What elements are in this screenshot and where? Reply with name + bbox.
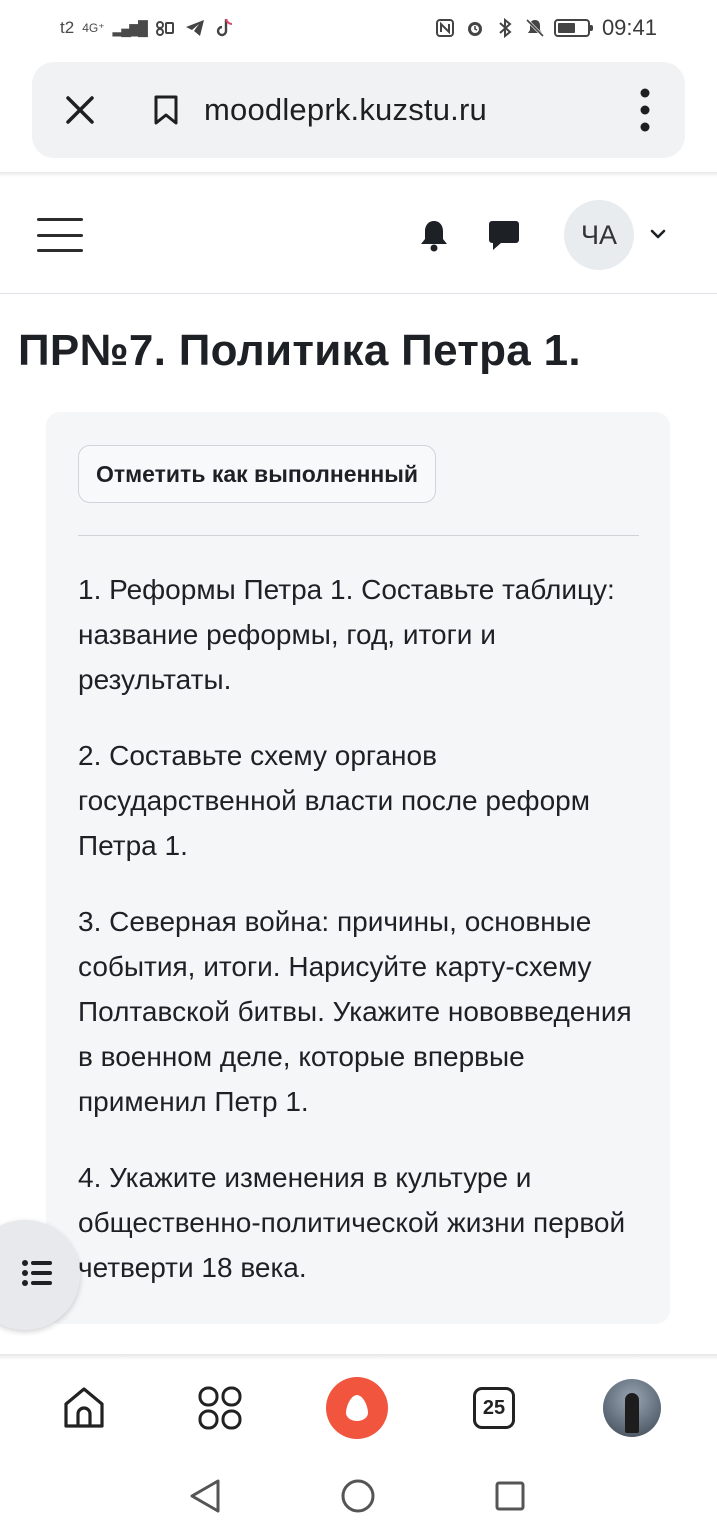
profile-button[interactable]: [603, 1379, 661, 1437]
menu-line: [37, 249, 83, 252]
carrier-label: t2: [60, 18, 75, 37]
task-item: 1. Реформы Петра 1. Составьте таблицу: н…: [78, 574, 615, 695]
list-icon: [22, 1259, 52, 1291]
alice-icon: [326, 1377, 388, 1439]
clock: 09:41: [601, 15, 657, 40]
telegram-icon: [184, 17, 206, 39]
menu-icon[interactable]: [37, 218, 83, 252]
chevron-down-icon[interactable]: [648, 224, 668, 244]
status-right: 09:41: [434, 15, 657, 41]
page-title: ПР№7. Политика Петра 1.: [18, 326, 581, 375]
bluetooth-icon: [494, 17, 516, 39]
status-bar: t2 4G⁺ ▂▄▆█ 09:41: [0, 0, 717, 56]
tabs-count-icon: 25: [473, 1387, 515, 1429]
battery-level: [557, 23, 575, 33]
network-type: 4G⁺: [82, 21, 105, 35]
home-circle-icon[interactable]: [338, 1476, 378, 1516]
close-icon[interactable]: [62, 92, 98, 128]
url-text[interactable]: moodleprk.kuzstu.ru: [204, 92, 487, 128]
system-navigation-bar: [0, 1456, 717, 1536]
profile-avatar: [603, 1379, 661, 1437]
back-icon[interactable]: [185, 1476, 225, 1516]
address-bar[interactable]: moodleprk.kuzstu.ru: [32, 62, 685, 158]
mute-icon: [524, 17, 546, 39]
user-avatar[interactable]: ЧА: [564, 200, 634, 270]
alice-assistant-button[interactable]: [326, 1377, 388, 1439]
site-navbar: ЧА: [0, 180, 717, 294]
chat-icon[interactable]: [487, 218, 521, 252]
status-left: t2 4G⁺ ▂▄▆█: [60, 17, 236, 39]
alarm-icon: [464, 17, 486, 39]
menu-line: [37, 233, 83, 237]
battery-icon: [553, 19, 593, 37]
task-list: 1. Реформы Петра 1. Составьте таблицу: н…: [78, 567, 653, 1321]
apps-grid-icon[interactable]: [194, 1382, 246, 1434]
browser-divider: [0, 172, 717, 177]
menu-line: [37, 218, 83, 221]
mark-as-done-button[interactable]: Отметить как выполненный: [78, 445, 437, 503]
task-item: 4. Укажите изменения в культуре и общест…: [78, 1162, 626, 1283]
bell-icon[interactable]: [418, 218, 450, 252]
signal-icon: ▂▄▆█: [112, 19, 148, 36]
home-icon[interactable]: [58, 1382, 110, 1434]
task-item: 3. Северная война: причины, основные соб…: [78, 906, 632, 1117]
tabs-button[interactable]: 25: [468, 1382, 520, 1434]
task-item: 2. Составьте схему органов государственн…: [78, 740, 590, 861]
recents-icon[interactable]: [490, 1476, 530, 1516]
activity-card: Отметить как выполненный 1. Реформы Петр…: [46, 412, 670, 1324]
vpn-icon: [154, 17, 176, 39]
nfc-icon: [434, 17, 456, 39]
browser-bottom-toolbar: 25: [0, 1360, 717, 1456]
card-divider: [78, 535, 639, 536]
tiktok-icon: [214, 17, 236, 39]
more-vert-icon[interactable]: [635, 86, 655, 134]
bookmark-icon[interactable]: [148, 92, 184, 128]
